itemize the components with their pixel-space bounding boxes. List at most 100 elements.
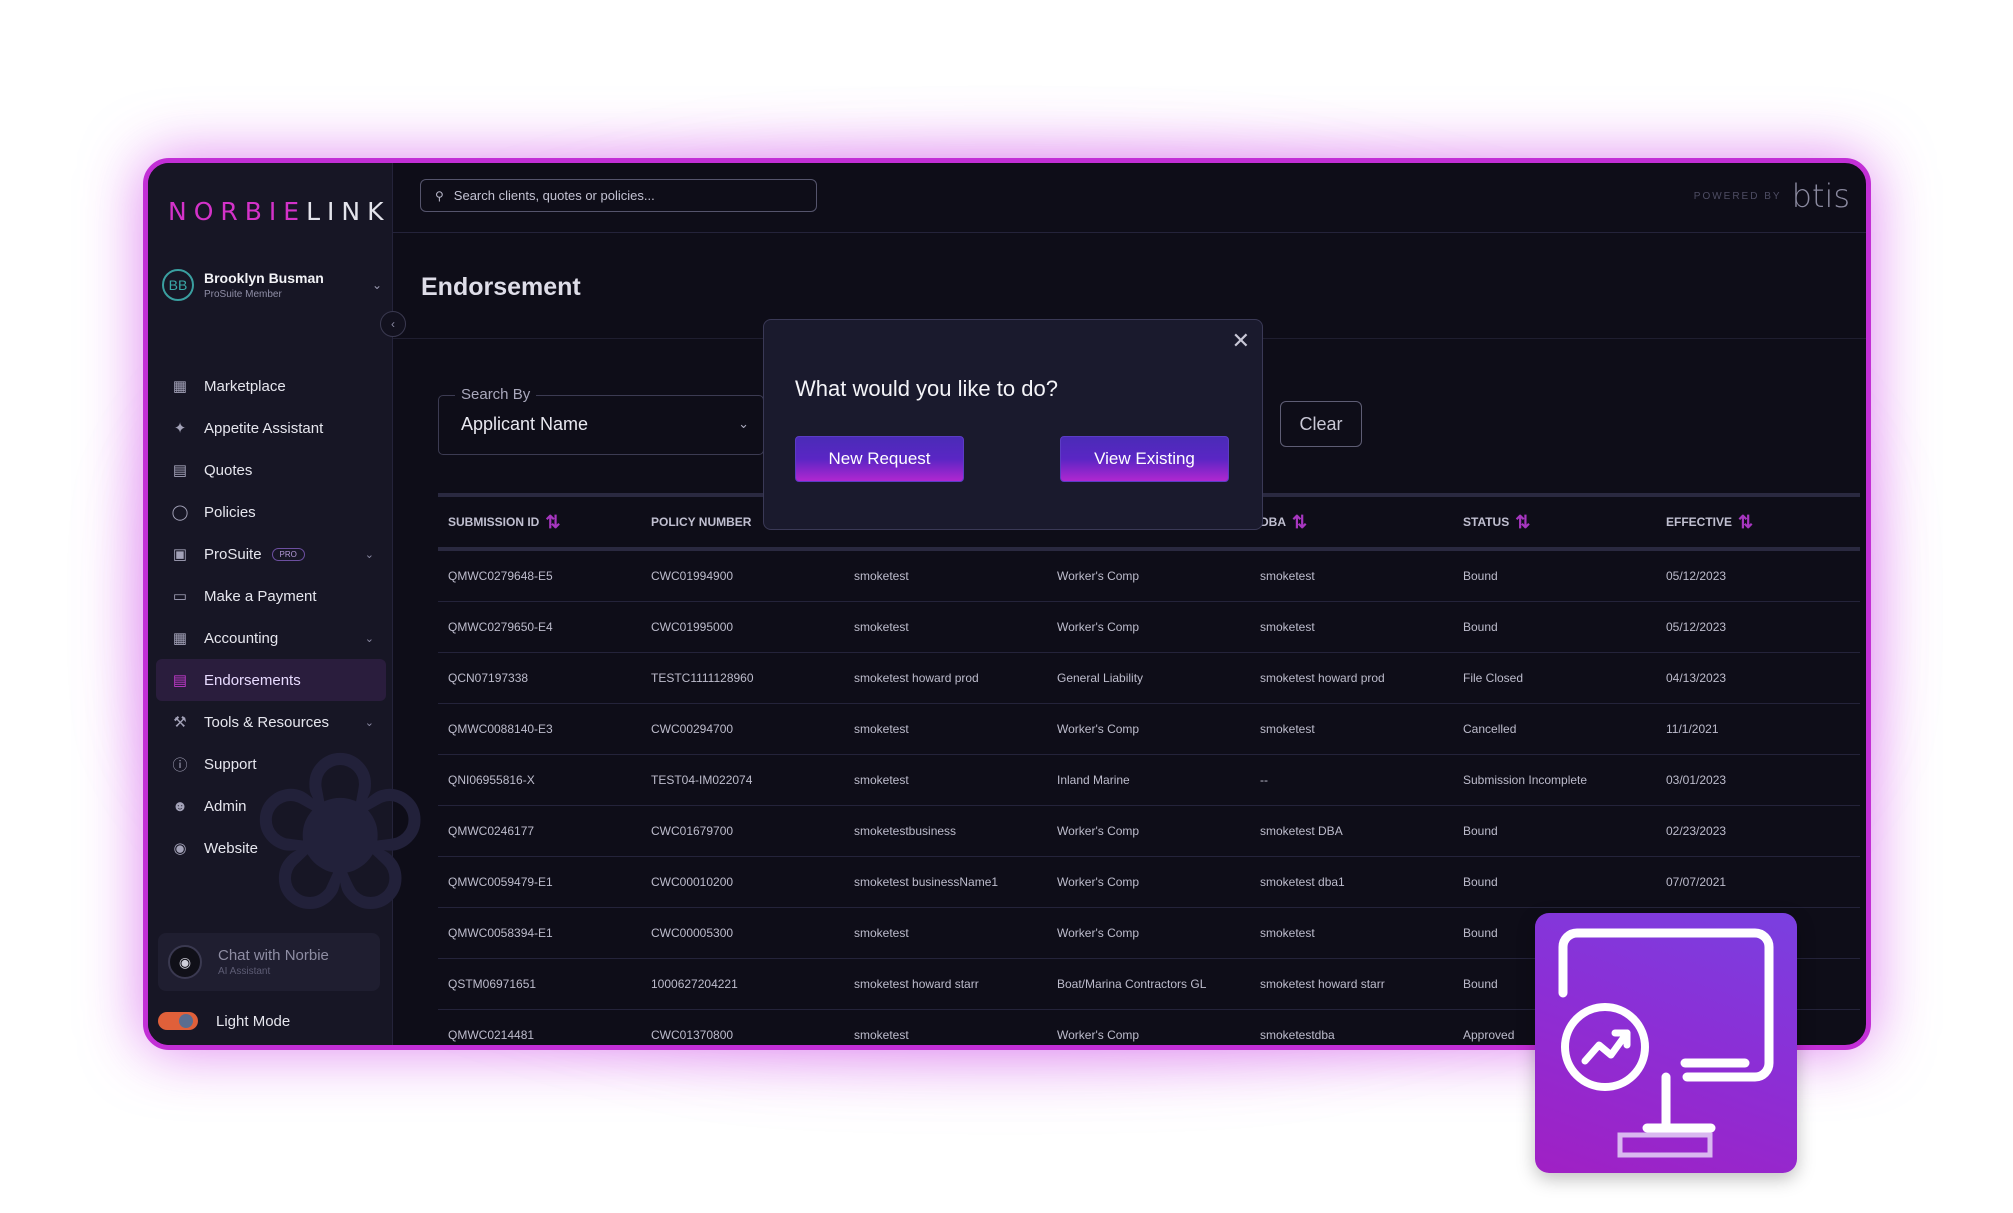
table-cell: smoketest (854, 926, 909, 940)
clear-button[interactable]: Clear (1280, 401, 1362, 447)
sidebar-item-policies[interactable]: ◯ Policies (156, 491, 386, 533)
table-cell: Worker's Comp (1057, 824, 1140, 838)
sidebar-item-endorsements[interactable]: ▤ Endorsements (156, 659, 386, 701)
app-logo[interactable]: NORBIELINK (168, 197, 390, 226)
user-menu[interactable]: BB Brooklyn Busman ProSuite Member ⌄ (162, 263, 382, 307)
column-dba[interactable]: DBA ⇅ (1250, 512, 1453, 533)
column-label: EFFECTIVE (1666, 515, 1733, 529)
search-input[interactable] (453, 188, 794, 203)
chevron-down-icon: ⌄ (364, 716, 374, 729)
table-cell: 07/07/2021 (1666, 875, 1727, 889)
table-cell: CWC01370800 (651, 1028, 734, 1042)
sidebar-item-make-a-payment[interactable]: ▭ Make a Payment (156, 575, 386, 617)
powered-by-label: POWERED BY (1693, 190, 1782, 202)
light-mode-row: Light Mode (158, 1012, 290, 1030)
column-submission-id[interactable]: SUBMISSION ID ⇅ (438, 512, 641, 533)
table-row[interactable]: QMWC0059479-E1 CWC00010200 smoketest busin… (438, 857, 1860, 908)
sidebar-item-quotes[interactable]: ▤ Quotes (156, 449, 386, 491)
pro-badge: PRO (271, 547, 305, 561)
view-existing-button[interactable]: View Existing (1060, 436, 1229, 482)
table-cell: Worker's Comp (1057, 722, 1140, 736)
action-modal: ✕ What would you like to do? New Request… (763, 319, 1263, 530)
column-label: SUBMISSION ID (448, 515, 540, 529)
table-cell: Cancelled (1463, 722, 1517, 736)
card-icon: ▭ (172, 588, 188, 605)
new-request-button[interactable]: New Request (795, 436, 964, 482)
table-cell: Inland Marine (1057, 773, 1130, 787)
page-title: Endorsement (421, 273, 581, 301)
sidebar-item-tools-resources[interactable]: ⚒ Tools & Resources ⌄ (156, 701, 386, 743)
sidebar-item-label: Make a Payment (204, 587, 317, 605)
table-cell: smoketest howard prod (854, 671, 979, 685)
table-cell: smoketest (854, 722, 909, 736)
table-row[interactable]: QMWC0279650-E4 CWC01995000 smoketest Worker… (438, 602, 1860, 653)
table-cell: QMWC0088140-E3 (448, 722, 553, 736)
sidebar-collapse-button[interactable]: ‹ (380, 311, 406, 337)
table-cell: File Closed (1463, 671, 1524, 685)
table-cell: Bound (1463, 824, 1498, 838)
modal-title: What would you like to do? (795, 376, 1058, 401)
table-cell: 1000627204221 (651, 977, 738, 991)
column-status[interactable]: STATUS ⇅ (1453, 512, 1656, 533)
table-cell: Worker's Comp (1057, 926, 1140, 940)
sort-icon[interactable]: ⇅ (1515, 512, 1530, 533)
sidebar-item-admin[interactable]: ☻ Admin (156, 785, 386, 827)
table-cell: QSTM06971651 (448, 977, 537, 991)
sidebar-item-label: Endorsements (204, 671, 301, 689)
table-cell: -- (1260, 773, 1268, 787)
sidebar-item-prosuite[interactable]: ▣ ProSuite PRO ⌄ (156, 533, 386, 575)
sidebar-item-accounting[interactable]: ▦ Accounting ⌄ (156, 617, 386, 659)
table-row[interactable]: QMWC0246177 CWC01679700 smoketestbusiness W… (438, 806, 1860, 857)
table-cell: Worker's Comp (1057, 620, 1140, 634)
user-name: Brooklyn Busman (204, 270, 324, 286)
table-cell: smoketest (854, 569, 909, 583)
column-effective[interactable]: EFFECTIVE ⇅ (1656, 512, 1856, 533)
logo-link: LINK (306, 197, 391, 226)
document-icon: ▤ (172, 462, 188, 479)
table-row[interactable]: QMWC0279648-E5 CWC01994900 smoketest Worker… (438, 551, 1860, 602)
norbie-avatar: ◉ (168, 945, 202, 979)
chevron-down-icon: ⌄ (371, 278, 382, 292)
table-cell: QCN07197338 (448, 671, 529, 685)
sparkle-icon: ✦ (173, 420, 187, 437)
sidebar-item-label: Policies (204, 503, 256, 521)
search-by-select[interactable]: Search By Applicant Name ⌄ (438, 386, 764, 455)
table-cell: QMWC0279650-E4 (448, 620, 553, 634)
table-cell: smoketest howard starr (854, 977, 979, 991)
table-cell: 03/01/2023 (1666, 773, 1727, 787)
sidebar-item-marketplace[interactable]: ▦ Marketplace (156, 365, 386, 407)
sidebar-item-appetite-assistant[interactable]: ✦ Appetite Assistant (156, 407, 386, 449)
table-cell: CWC00294700 (651, 722, 734, 736)
table-cell: smoketest (854, 1028, 909, 1042)
table-cell: CWC00005300 (651, 926, 734, 940)
table-row[interactable]: QMWC0088140-E3 CWC00294700 smoketest Worker… (438, 704, 1860, 755)
sort-icon[interactable]: ⇅ (1292, 512, 1307, 533)
grid-icon: ▦ (172, 378, 188, 395)
top-bar: ⚲ POWERED BY btis (393, 163, 1866, 233)
sidebar-item-label: Marketplace (204, 377, 286, 395)
chevron-left-icon: ‹ (391, 317, 395, 331)
table-cell: smoketest (1260, 620, 1315, 634)
chat-title: Chat with Norbie (218, 947, 329, 964)
table-cell: smoketest howard starr (1260, 977, 1385, 991)
search-by-value: Applicant Name (461, 414, 589, 434)
help-icon: ⓘ (172, 756, 188, 774)
sidebar-item-label: Appetite Assistant (204, 419, 324, 437)
sidebar-item-support[interactable]: ⓘ Support (156, 743, 386, 785)
chat-subtitle: AI Assistant (218, 966, 271, 977)
logo-norbie: NORBIE (168, 197, 307, 226)
powered-by: POWERED BY btis (1694, 177, 1850, 215)
light-mode-toggle[interactable] (158, 1012, 198, 1030)
table-cell: smoketest (1260, 722, 1315, 736)
sidebar-item-label: Accounting (204, 629, 279, 647)
table-row[interactable]: QNI06955816-X TEST04-IM022074 smoketest Inl… (438, 755, 1860, 806)
avatar: BB (162, 269, 194, 301)
close-icon[interactable]: ✕ (1232, 328, 1250, 354)
table-cell: QMWC0059479-E1 (448, 875, 553, 889)
table-row[interactable]: QCN07197338 TESTC1111128960 smoketest howa… (438, 653, 1860, 704)
wrench-icon: ⚒ (173, 714, 187, 731)
sort-icon[interactable]: ⇅ (545, 512, 560, 533)
sidebar-item-website[interactable]: ◉ Website (156, 827, 386, 869)
sort-icon[interactable]: ⇅ (1738, 512, 1753, 533)
chat-with-norbie-button[interactable]: ◉ Chat with Norbie AI Assistant (158, 933, 380, 991)
